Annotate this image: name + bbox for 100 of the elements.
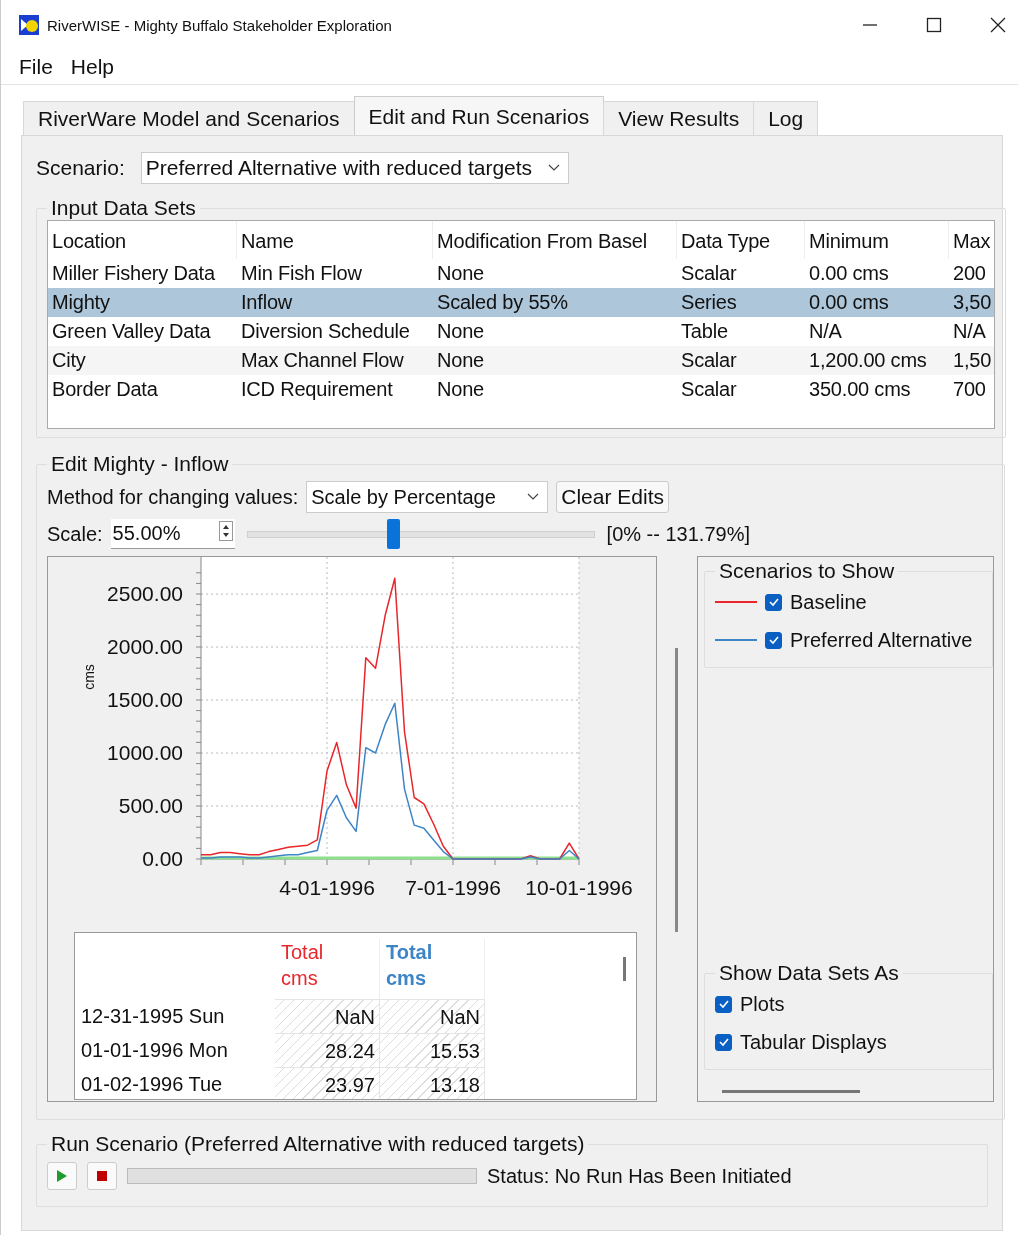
caret-icon	[527, 493, 540, 501]
table-cell-text: N/A	[808, 320, 843, 343]
tab[interactable]: RiverWare Model and Scenarios	[23, 101, 355, 135]
tab[interactable]: Log	[753, 101, 819, 135]
scenario-dropdown[interactable]: Preferred Alternative with reduced targets	[140, 152, 570, 184]
play-icon	[56, 1169, 68, 1183]
y-tick-label: 1500.00	[107, 688, 183, 712]
method-dropdown[interactable]: Scale by Percentage	[306, 481, 549, 513]
checkbox[interactable]	[765, 631, 782, 649]
table-cell-text: Max Channel Flow	[240, 349, 405, 372]
table-cell-text: Series	[680, 291, 738, 314]
checkbox[interactable]	[715, 1033, 732, 1051]
scrollbar-handle[interactable]	[623, 957, 626, 981]
menu-item[interactable]: File	[19, 55, 53, 79]
table-cell-text: 200	[952, 262, 987, 285]
scale-label: Scale:	[47, 522, 103, 546]
x-tick-label: 10-01-1996	[525, 876, 633, 899]
group-title: Show Data Sets As	[718, 961, 900, 985]
caret-icon	[548, 164, 561, 172]
table-row[interactable]: Border Data ICD Requirement None Scalar 350.00 cms 700	[48, 375, 994, 404]
table-cell-text: None	[436, 378, 485, 401]
table-cell: 13.18	[380, 1067, 485, 1099]
table-cell-text: None	[436, 262, 485, 285]
scenario-label: Scenario:	[36, 156, 125, 180]
table-cell-text: Diversion Schedule	[240, 320, 411, 343]
column-header[interactable]: Name	[237, 221, 433, 259]
table-cell-text: Border Data	[51, 378, 159, 401]
column-header[interactable]: Location	[48, 221, 237, 259]
maximize-icon[interactable]	[926, 17, 942, 33]
y-tick-label: 2000.00	[107, 635, 183, 659]
table-cell-text: 0.00 cms	[808, 291, 890, 314]
table-cell-text: Scalar	[680, 262, 738, 285]
table-row[interactable]: Green Valley Data Diversion Schedule None Table N/A N/A	[48, 317, 994, 346]
table-row[interactable]: City Max Channel Flow None Scalar 1,200.00 cms 1,50	[48, 346, 994, 375]
stop-icon	[97, 1171, 107, 1181]
group-title: Input Data Sets	[50, 196, 197, 220]
checkbox-label[interactable]: Tabular Displays	[740, 1030, 887, 1054]
table-cell-text: Table	[680, 320, 729, 343]
table-cell: NaN	[380, 999, 485, 1033]
table-cell-text: Inflow	[240, 291, 294, 314]
tab[interactable]: Edit and Run Scenarios	[353, 96, 605, 135]
checkbox[interactable]	[765, 593, 782, 611]
date-cell-text: 01-02-1996 Tue	[80, 1072, 224, 1096]
method-label: Method for changing values:	[47, 485, 299, 509]
status-text: Status: No Run Has Been Initiated	[487, 1164, 792, 1188]
app-icon	[19, 15, 39, 35]
table-cell-text: None	[436, 320, 485, 343]
table-cell-text: Min Fish Flow	[240, 262, 363, 285]
date-cell-text: 01-01-1996 Mon	[80, 1038, 229, 1062]
y-tick-label: 500.00	[118, 794, 183, 817]
range-text: [0% -- 131.79%]	[606, 522, 750, 546]
table-cell-text: Green Valley Data	[51, 320, 212, 343]
table-cell-text: City	[51, 349, 87, 372]
table-cell-text: 350.00 cms	[808, 378, 912, 401]
column-header[interactable]: Max	[949, 221, 994, 259]
table-cell-text: Scaled by 55%	[436, 291, 569, 314]
menu-item[interactable]: Help	[70, 55, 115, 79]
table-cell-text: 3,50	[952, 291, 993, 314]
table-cell-text: 1,50	[952, 349, 993, 372]
table-cell-text: None	[436, 349, 485, 372]
tab[interactable]: View Results	[603, 101, 755, 135]
table-row[interactable]: Miller Fishery Data Min Fish Flow None Scalar 0.00 cms 200	[48, 259, 994, 288]
column-header[interactable]: Modification From Basel	[433, 221, 677, 259]
scale-slider[interactable]	[246, 519, 595, 549]
table-cell-text: N/A	[952, 320, 987, 343]
y-tick-label: 1000.00	[107, 741, 183, 765]
group-title: Scenarios to Show	[718, 559, 896, 583]
column-header[interactable]: Minimum	[805, 221, 949, 259]
scrollbar-handle[interactable]	[722, 1090, 860, 1093]
close-icon[interactable]	[990, 17, 1006, 33]
x-tick-label: 4-01-1996	[279, 876, 375, 899]
table-cell: 23.97	[275, 1067, 380, 1099]
checkbox-label[interactable]: Plots	[740, 992, 785, 1016]
table-row[interactable]: Mighty Inflow Scaled by 55% Series 0.00 cms 3,50	[48, 288, 994, 317]
scale-spinbox[interactable]: 55.00%	[110, 519, 235, 549]
table-cell-text: ICD Requirement	[240, 378, 394, 401]
checkbox-label[interactable]: Preferred Alternative	[790, 628, 973, 652]
group-title: Run Scenario (Preferred Alternative with reduced targets)	[50, 1132, 586, 1156]
table-cell-text: 700	[952, 378, 987, 401]
group-title: Edit Mighty - Inflow	[50, 452, 230, 476]
clear-edits-button[interactable]: Clear Edits	[556, 481, 669, 513]
table-cell-text: Scalar	[680, 378, 738, 401]
y-tick-label: 0.00	[142, 847, 183, 870]
x-tick-label: 7-01-1996	[405, 876, 501, 899]
window-title: RiverWISE - Mighty Buffalo Stakeholder Exploration	[47, 16, 392, 34]
slider-thumb[interactable]	[386, 519, 400, 549]
checkbox[interactable]	[715, 995, 732, 1013]
column-header[interactable]: Data Type	[677, 221, 805, 259]
checkbox-label[interactable]: Baseline	[790, 590, 867, 614]
table-cell: 28.24	[275, 1033, 380, 1067]
scrollbar-handle[interactable]	[675, 648, 678, 932]
table-cell-text: Scalar	[680, 349, 738, 372]
table-cell-text: 0.00 cms	[808, 262, 890, 285]
table-cell-text: Mighty	[51, 291, 111, 314]
stop-button[interactable]	[87, 1162, 117, 1190]
y-tick-label: 2500.00	[107, 582, 183, 606]
play-button[interactable]	[47, 1162, 77, 1190]
table-cell-text: Miller Fishery Data	[51, 262, 216, 285]
spin-arrows-icon[interactable]	[218, 521, 233, 541]
y-axis-label: cms	[81, 664, 97, 690]
